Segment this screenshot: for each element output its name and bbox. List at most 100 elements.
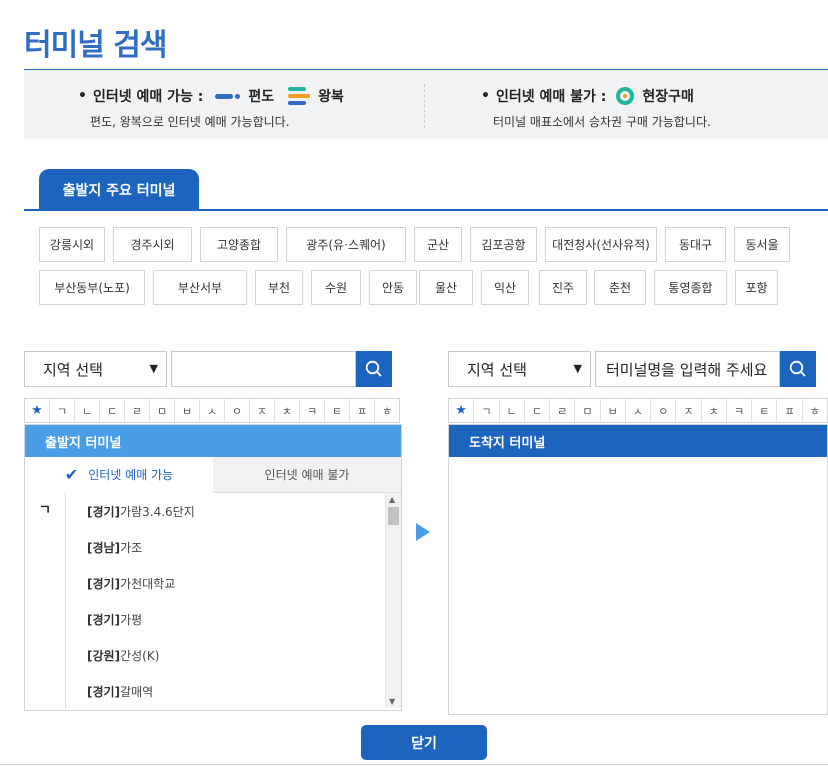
initial-filter[interactable]: ㄴ: [500, 399, 525, 422]
terminal-list-item[interactable]: [경기] 가천대학교: [87, 573, 195, 609]
scroll-thumb[interactable]: [388, 507, 399, 525]
terminal-chip[interactable]: 부천: [255, 270, 303, 305]
terminal-chip[interactable]: 경주시외: [113, 227, 192, 262]
initial-filter[interactable]: ㅎ: [803, 399, 827, 422]
terminal-chip[interactable]: 울산: [419, 270, 473, 305]
arrival-search-input[interactable]: 터미널명을 입력해 주세요: [595, 351, 780, 387]
scrollbar[interactable]: ▲ ▼: [385, 493, 401, 708]
departure-region-select[interactable]: 지역 선택 ▼: [24, 351, 167, 387]
initial-filter[interactable]: ㅇ: [225, 399, 250, 422]
oneway-icon: [215, 93, 241, 99]
initial-filter[interactable]: ㅂ: [175, 399, 200, 422]
initial-filter[interactable]: ㅅ: [626, 399, 652, 422]
terminal-region: [경기]: [87, 685, 121, 699]
favorites-star-icon[interactable]: ★: [25, 399, 50, 422]
onsite-purchase-icon: [616, 87, 635, 105]
initial-filter[interactable]: ㅈ: [250, 399, 275, 422]
search-icon: [789, 360, 806, 377]
terminal-chip[interactable]: 고양종합: [200, 227, 278, 262]
initial-filter[interactable]: ㄷ: [525, 399, 551, 422]
close-button[interactable]: 닫기: [361, 725, 487, 760]
initial-filter[interactable]: ㅈ: [676, 399, 702, 422]
arrival-region-select[interactable]: 지역 선택 ▼: [448, 351, 591, 387]
oneway-label: 편도: [248, 89, 275, 105]
departure-search-button[interactable]: [356, 351, 392, 387]
initial-group-label: ㄱ: [25, 493, 66, 708]
terminal-region: [경기]: [87, 577, 121, 591]
tab-divider: [24, 209, 828, 211]
terminal-chip[interactable]: 광주(유·스퀘어): [286, 227, 406, 262]
tab-internet-available[interactable]: ✔ 인터넷 예매 가능: [25, 457, 213, 493]
terminal-list-item[interactable]: [경기] 갈매역: [87, 681, 195, 710]
initial-filter[interactable]: ㅅ: [200, 399, 225, 422]
legend-available-label: 인터넷 예매 가능 :: [92, 89, 204, 105]
terminal-chip[interactable]: 진주: [539, 270, 587, 305]
initial-filter[interactable]: ㄹ: [550, 399, 576, 422]
onsite-purchase-label: 현장구매: [642, 89, 694, 105]
check-icon: ✔: [64, 465, 79, 484]
initial-filter[interactable]: ㄱ: [50, 399, 75, 422]
initial-filter[interactable]: ㅋ: [300, 399, 325, 422]
terminal-name: 가평: [120, 613, 143, 627]
terminal-name: 가조: [120, 541, 143, 555]
bullet-icon: •: [481, 88, 490, 104]
initial-filter[interactable]: ㅂ: [601, 399, 626, 422]
terminal-list-item[interactable]: [강원] 간성(K): [87, 645, 195, 681]
departure-region-select-value: 지역 선택: [43, 360, 103, 379]
initial-filter[interactable]: ㄷ: [100, 399, 125, 422]
initial-filter[interactable]: ㅁ: [150, 399, 175, 422]
terminal-region: [강원]: [87, 649, 121, 663]
initial-filter[interactable]: ㄴ: [75, 399, 100, 422]
initial-filter[interactable]: ㅇ: [651, 399, 677, 422]
initial-filter[interactable]: ㅋ: [727, 399, 753, 422]
tab-major-terminals[interactable]: 출발지 주요 터미널: [39, 169, 199, 210]
initial-filter[interactable]: ㄹ: [125, 399, 150, 422]
terminal-chip[interactable]: 포항: [735, 270, 778, 305]
initial-filter[interactable]: ㅊ: [702, 399, 727, 422]
search-icon: [365, 360, 382, 377]
terminal-chip[interactable]: 통영종합: [654, 270, 727, 305]
terminal-name: 간성(K): [120, 649, 160, 663]
arrival-region-select-value: 지역 선택: [467, 360, 527, 379]
terminal-chip[interactable]: 대전청사(선사유적): [545, 227, 657, 262]
terminal-chip[interactable]: 부산서부: [153, 270, 247, 305]
initial-filter[interactable]: ㅌ: [752, 399, 778, 422]
terminal-chip[interactable]: 수원: [311, 270, 361, 305]
initial-filter[interactable]: ㅎ: [375, 399, 399, 422]
terminal-region: [경기]: [87, 613, 121, 627]
initial-filter[interactable]: ㅌ: [325, 399, 350, 422]
terminal-name: 가람3.4.6단지: [120, 505, 195, 519]
tab-internet-available-label: 인터넷 예매 가능: [88, 468, 174, 482]
tab-internet-unavailable-label: 인터넷 예매 불가: [264, 468, 350, 482]
terminal-chip[interactable]: 안동: [369, 270, 417, 305]
terminal-list-item[interactable]: [경기] 가람3.4.6단지: [87, 501, 195, 537]
initial-filter[interactable]: ㅍ: [350, 399, 375, 422]
scroll-down-icon[interactable]: ▼: [389, 697, 395, 706]
terminal-list-item[interactable]: [경기] 가평: [87, 609, 195, 645]
terminal-chip[interactable]: 춘천: [594, 270, 646, 305]
tab-internet-unavailable[interactable]: 인터넷 예매 불가: [213, 457, 401, 493]
terminal-chip[interactable]: 동대구: [665, 227, 726, 262]
legend-unavailable-desc: 터미널 매표소에서 승차권 구매 가능합니다.: [493, 115, 711, 129]
departure-search-input[interactable]: [171, 351, 356, 387]
terminal-chip[interactable]: 김포공항: [470, 227, 537, 262]
terminal-chip[interactable]: 군산: [414, 227, 462, 262]
terminal-chip[interactable]: 익산: [481, 270, 529, 305]
arrow-right-icon: [416, 523, 430, 541]
legend-unavailable-label: 인터넷 예매 불가 :: [495, 89, 607, 105]
terminal-chip[interactable]: 동서울: [734, 227, 790, 262]
arrival-search-button[interactable]: [780, 351, 816, 387]
initial-filter[interactable]: ㅊ: [275, 399, 300, 422]
favorites-star-icon[interactable]: ★: [449, 399, 475, 422]
initial-filter[interactable]: ㅍ: [777, 399, 803, 422]
terminal-list-item[interactable]: [경남] 가조: [87, 537, 195, 573]
terminal-chip[interactable]: 부산동부(노포): [39, 270, 145, 305]
initial-filter[interactable]: ㄱ: [474, 399, 500, 422]
terminal-chip[interactable]: 강릉시외: [39, 227, 105, 262]
departure-subtabs: ✔ 인터넷 예매 가능 인터넷 예매 불가: [25, 457, 401, 493]
chevron-down-icon: ▼: [149, 362, 158, 375]
scroll-up-icon[interactable]: ▲: [389, 495, 395, 504]
initial-filter[interactable]: ㅁ: [575, 399, 601, 422]
terminal-region: [경남]: [87, 541, 121, 555]
legend-divider: [424, 84, 425, 128]
